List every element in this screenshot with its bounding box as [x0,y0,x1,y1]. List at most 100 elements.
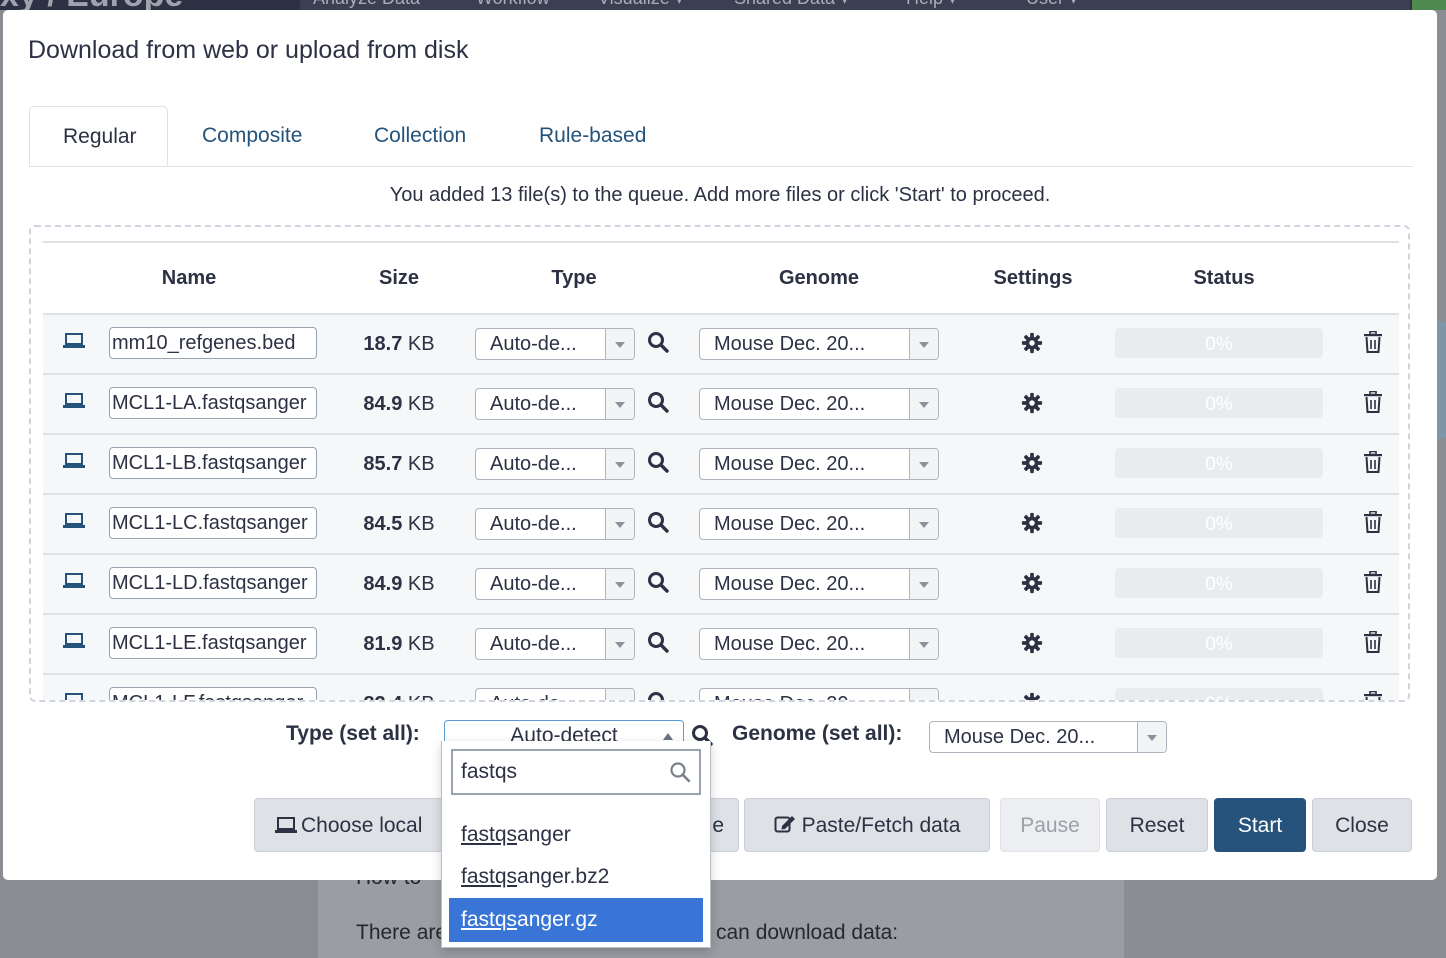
pause-button[interactable]: Pause [1000,798,1100,852]
genome-select[interactable]: Mouse Dec. 20... [699,328,939,360]
type-option[interactable]: fastqsanger [449,813,703,857]
background-navbar: xy / Europe Analyze Data Workflow Visual… [0,0,1446,10]
trash-icon[interactable] [1363,571,1383,593]
gear-icon[interactable] [1021,572,1043,594]
type-select[interactable]: Auto-de... [475,688,635,700]
file-name-input[interactable] [109,627,317,659]
file-name-input[interactable] [109,507,317,539]
file-size-value: 18.7 [363,333,403,355]
trash-icon[interactable] [1363,451,1383,473]
choose-local-files-button[interactable]: Choose local [254,798,454,852]
file-name-input[interactable] [109,387,317,419]
search-icon[interactable] [647,451,669,473]
background-paragraph: can download data: [716,921,899,944]
file-name-input[interactable] [109,687,317,700]
genome-set-all-select[interactable]: Mouse Dec. 20... [929,721,1167,753]
laptop-icon[interactable] [63,571,85,591]
search-icon[interactable] [647,691,669,702]
type-select[interactable]: Auto-de... [475,448,635,480]
laptop-icon[interactable] [63,391,85,411]
genome-select-value: Mouse Dec. 20... [714,573,866,595]
type-select[interactable]: Auto-de... [475,508,635,540]
type-select[interactable]: Auto-de... [475,628,635,660]
tab-composite[interactable]: Composite [169,106,335,166]
chevron-down-icon [909,629,938,659]
trash-icon[interactable] [1363,691,1383,702]
chevron-down-icon [909,689,938,700]
laptop-icon[interactable] [63,511,85,531]
start-button[interactable]: Start [1214,798,1306,852]
trash-icon[interactable] [1363,391,1383,413]
type-dropdown: fastqs fastqsanger fastqsanger.bz2 fastq… [441,741,711,948]
tab-collection[interactable]: Collection [341,106,499,166]
column-status: Status [1193,267,1255,289]
tab-rule-based[interactable]: Rule-based [506,106,679,166]
search-icon[interactable] [647,511,669,533]
search-icon[interactable] [647,331,669,353]
gear-icon[interactable] [1021,692,1043,702]
chevron-down-icon [605,449,634,479]
genome-select[interactable]: Mouse Dec. 20... [699,508,939,540]
genome-select-value: Mouse Dec. 20... [714,513,866,535]
type-search-input[interactable]: fastqs [451,749,701,795]
gear-icon[interactable] [1021,452,1043,474]
type-select-value: Auto-de... [490,633,577,655]
type-option[interactable]: fastqsanger.bz2 [449,855,703,899]
column-name: Name [161,267,217,289]
close-button[interactable]: Close [1312,798,1412,852]
trash-icon[interactable] [1363,511,1383,533]
paste-fetch-button[interactable]: Paste/Fetch data [744,798,990,852]
file-size: 82.4 KB [313,675,485,700]
file-size-unit: KB [407,393,435,415]
search-icon[interactable] [647,391,669,413]
upload-progress: 0% [1115,508,1323,538]
reset-button[interactable]: Reset [1106,798,1208,852]
chevron-down-icon [605,629,634,659]
upload-progress: 0% [1115,628,1323,658]
type-select[interactable]: Auto-de... [475,568,635,600]
file-name-input[interactable] [109,567,317,599]
trash-icon[interactable] [1363,631,1383,653]
type-select-value: Auto-de... [490,573,577,595]
gear-icon[interactable] [1021,332,1043,354]
laptop-icon[interactable] [63,691,85,702]
gear-icon[interactable] [1021,512,1043,534]
file-size: 81.9 KB [313,615,485,673]
background-user-badge [1412,0,1446,10]
table-header: Name Size Type Genome Settings Status [43,241,1399,315]
laptop-icon[interactable] [63,451,85,471]
genome-select[interactable]: Mouse Dec. 20... [699,628,939,660]
gear-icon[interactable] [1021,392,1043,414]
file-size-value: 84.9 [363,573,403,595]
background-paragraph: There are [356,921,448,944]
laptop-icon[interactable] [63,631,85,651]
option-match: fastqs [461,823,518,846]
table-row: 82.4 KB Auto-de... Mouse Dec. 20... 0% [43,675,1399,702]
type-select[interactable]: Auto-de... [475,388,635,420]
search-icon[interactable] [647,571,669,593]
file-size-unit: KB [407,513,435,535]
laptop-icon[interactable] [63,331,85,351]
trash-icon[interactable] [1363,331,1383,353]
genome-select[interactable]: Mouse Dec. 20... [699,448,939,480]
chevron-down-icon [605,329,634,359]
genome-select[interactable]: Mouse Dec. 20... [699,568,939,600]
background-menu-item: Analyze Data [313,0,420,9]
upload-modal: Download from web or upload from disk Re… [3,10,1437,880]
modal-title: Download from web or upload from disk [28,36,469,64]
upload-table: Name Size Type Genome Settings Status 18… [43,241,1399,702]
file-name-input[interactable] [109,327,317,359]
search-icon[interactable] [647,631,669,653]
tab-regular[interactable]: Regular [29,106,168,166]
file-name-input[interactable] [109,447,317,479]
background-menu-item: Workflow [476,0,550,9]
type-select[interactable]: Auto-de... [475,328,635,360]
genome-select[interactable]: Mouse Dec. 20... [699,688,939,700]
column-size: Size [378,267,420,289]
type-option-highlighted[interactable]: fastqsanger.gz [449,898,703,942]
gear-icon[interactable] [1021,632,1043,654]
genome-select[interactable]: Mouse Dec. 20... [699,388,939,420]
column-settings: Settings [993,267,1073,289]
upload-dropzone[interactable]: Name Size Type Genome Settings Status 18… [29,225,1410,702]
upload-progress: 0% [1115,388,1323,418]
